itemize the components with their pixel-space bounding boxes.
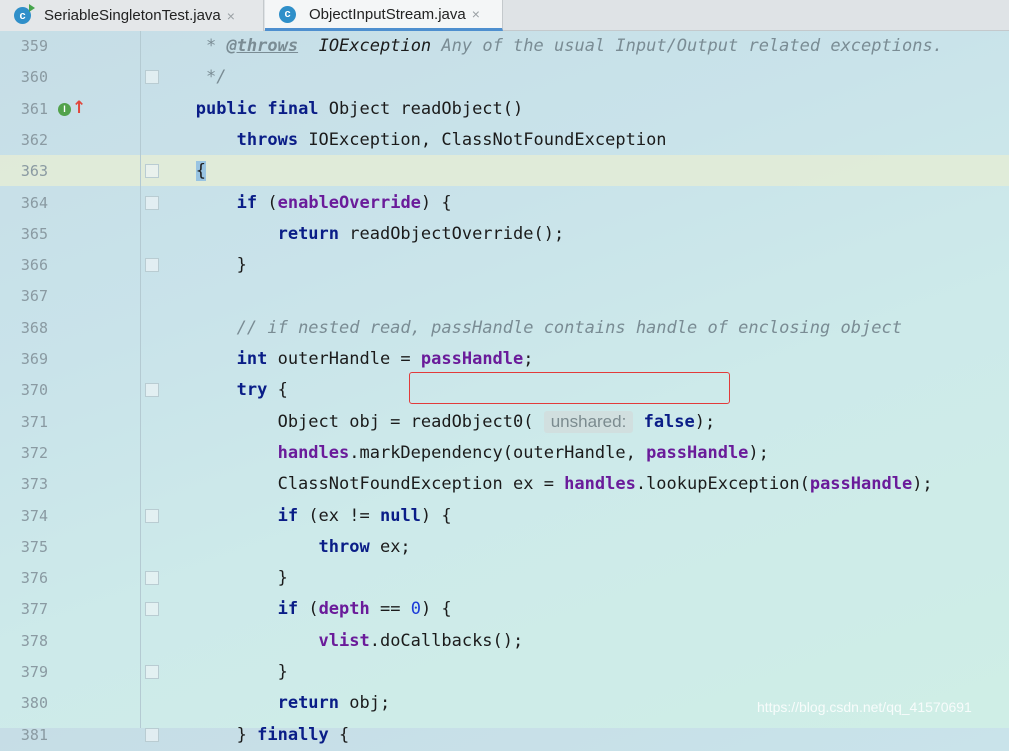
code-line[interactable]: 364 if (enableOverride) { bbox=[0, 188, 1009, 219]
code-line[interactable]: 360 */ bbox=[0, 62, 1009, 93]
code-line[interactable]: 376 } bbox=[0, 563, 1009, 594]
line-number: 362 bbox=[20, 130, 48, 149]
code-text: // if nested read, passHandle contains h… bbox=[236, 317, 902, 338]
fold-marker-icon[interactable] bbox=[145, 727, 159, 742]
code-line[interactable]: 361 I ↑ public final Object readObject() bbox=[0, 94, 1009, 125]
code-line[interactable]: 375 throw ex; bbox=[0, 532, 1009, 563]
code-line[interactable]: 372 handles.markDependency(outerHandle, … bbox=[0, 438, 1009, 469]
code-line[interactable]: 363 { bbox=[0, 156, 1009, 187]
line-number: 361 bbox=[20, 99, 48, 118]
editor-tab-bar: c SeriableSingletonTest.java × c ObjectI… bbox=[0, 0, 1009, 31]
code-line[interactable]: 381 } finally { bbox=[0, 720, 1009, 751]
code-text: { bbox=[195, 161, 206, 182]
code-text: throws IOException, ClassNotFoundExcepti… bbox=[236, 129, 667, 150]
line-number: 370 bbox=[20, 381, 48, 400]
code-line[interactable]: 379 } bbox=[0, 657, 1009, 688]
code-line[interactable]: 369 int outerHandle = passHandle; bbox=[0, 344, 1009, 375]
code-text: return readObjectOverride(); bbox=[277, 223, 565, 244]
line-number: 381 bbox=[20, 725, 48, 744]
java-class-run-icon: c bbox=[14, 4, 35, 24]
line-number: 376 bbox=[20, 569, 48, 588]
code-text: } bbox=[165, 255, 247, 276]
code-text: return obj; bbox=[277, 693, 391, 714]
inlay-hint-unshared: unshared: bbox=[543, 410, 634, 433]
code-editor[interactable]: 359 * @throws IOException Any of the usu… bbox=[0, 31, 1009, 745]
line-number: 378 bbox=[20, 631, 48, 650]
code-text: if (depth == 0) { bbox=[277, 599, 452, 620]
line-number: 373 bbox=[20, 475, 48, 494]
line-number: 377 bbox=[20, 600, 48, 619]
fold-marker-icon[interactable] bbox=[145, 70, 159, 85]
line-number: 379 bbox=[20, 663, 48, 681]
code-line[interactable]: 367 bbox=[0, 281, 1009, 312]
line-number: 371 bbox=[20, 412, 48, 431]
fold-marker-icon[interactable] bbox=[145, 258, 159, 273]
fold-marker-icon[interactable] bbox=[145, 164, 159, 179]
code-text: * @throws IOException Any of the usual I… bbox=[205, 36, 943, 56]
fold-marker-icon[interactable] bbox=[145, 383, 159, 398]
fold-marker-icon[interactable] bbox=[145, 665, 159, 679]
tab-object-input-stream[interactable]: c ObjectInputStream.java × bbox=[265, 0, 503, 31]
code-text: throw ex; bbox=[318, 536, 411, 557]
line-number: 369 bbox=[20, 350, 48, 368]
line-number: 375 bbox=[20, 537, 48, 556]
watermark: https://blog.csdn.net/qq_41570691 bbox=[757, 699, 972, 715]
line-number: 365 bbox=[20, 224, 48, 243]
close-icon[interactable]: × bbox=[472, 6, 480, 22]
line-number: 366 bbox=[20, 256, 48, 275]
code-line[interactable]: 359 * @throws IOException Any of the usu… bbox=[0, 31, 1009, 62]
fold-marker-icon[interactable] bbox=[145, 195, 159, 210]
highlight-box bbox=[409, 372, 730, 404]
line-number: 374 bbox=[20, 506, 48, 525]
tab-seriable-singleton-test[interactable]: c SeriableSingletonTest.java × bbox=[0, 0, 264, 31]
line-number: 360 bbox=[20, 68, 48, 87]
line-number: 380 bbox=[20, 694, 48, 713]
line-number: 367 bbox=[20, 287, 48, 306]
code-text: } finally { bbox=[165, 724, 350, 745]
line-number: 359 bbox=[20, 37, 48, 55]
tab-label: ObjectInputStream.java bbox=[309, 5, 466, 23]
code-text: Object obj = readObject0( unshared: fals… bbox=[165, 410, 716, 433]
code-line[interactable]: 368 // if nested read, passHandle contai… bbox=[0, 313, 1009, 344]
implements-marker-icon[interactable]: I bbox=[58, 102, 71, 116]
tab-label: SeriableSingletonTest.java bbox=[44, 7, 221, 24]
code-text: */ bbox=[205, 67, 227, 88]
code-text: public final Object readObject() bbox=[195, 98, 524, 119]
code-text: if (ex != null) { bbox=[277, 505, 452, 526]
code-line[interactable]: 365 return readObjectOverride(); bbox=[0, 219, 1009, 250]
fold-marker-icon[interactable] bbox=[145, 508, 159, 523]
override-arrow-icon[interactable]: ↑ bbox=[72, 98, 86, 118]
code-line[interactable]: 377 if (depth == 0) { bbox=[0, 594, 1009, 625]
code-line[interactable]: 378 vlist.doCallbacks(); bbox=[0, 626, 1009, 657]
java-class-icon: c bbox=[279, 5, 296, 23]
code-text: vlist.doCallbacks(); bbox=[318, 630, 524, 651]
code-line[interactable]: 374 if (ex != null) { bbox=[0, 501, 1009, 532]
code-text: int outerHandle = passHandle; bbox=[236, 349, 534, 369]
code-text: if (enableOverride) { bbox=[236, 192, 452, 213]
fold-marker-icon[interactable] bbox=[145, 602, 159, 617]
code-text: } bbox=[165, 662, 288, 682]
line-number: 368 bbox=[20, 318, 48, 337]
close-icon[interactable]: × bbox=[227, 8, 235, 24]
line-number: 363 bbox=[20, 162, 48, 181]
line-number: 372 bbox=[20, 443, 48, 462]
code-line[interactable]: 373 ClassNotFoundException ex = handles.… bbox=[0, 469, 1009, 500]
code-text: handles.markDependency(outerHandle, pass… bbox=[277, 442, 769, 463]
line-number: 364 bbox=[20, 193, 48, 212]
fold-marker-icon[interactable] bbox=[145, 571, 159, 586]
code-line[interactable]: 362 throws IOException, ClassNotFoundExc… bbox=[0, 125, 1009, 156]
code-text: try { bbox=[236, 380, 288, 401]
code-text: ClassNotFoundException ex = handles.look… bbox=[165, 474, 933, 495]
code-text: } bbox=[165, 568, 288, 589]
code-line[interactable]: 366 } bbox=[0, 250, 1009, 281]
code-line[interactable]: 371 Object obj = readObject0( unshared: … bbox=[0, 407, 1009, 438]
